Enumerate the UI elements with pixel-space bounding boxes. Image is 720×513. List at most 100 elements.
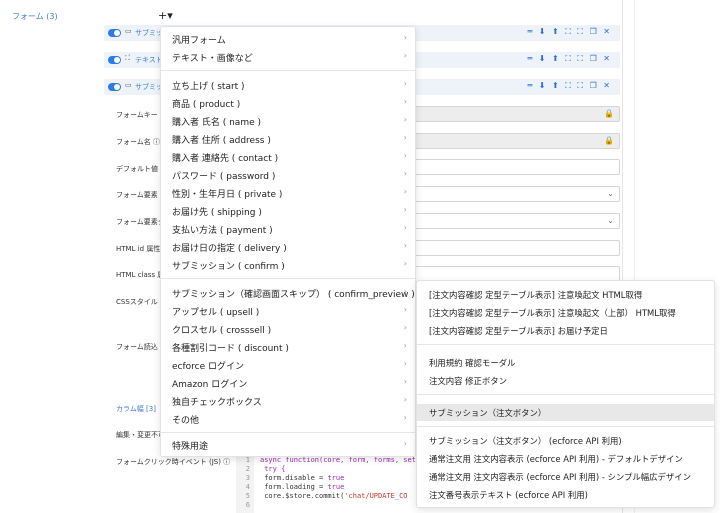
field-label-css-style: CSSスタイル ( <box>116 298 163 306</box>
menu-separator <box>161 278 415 279</box>
menu-item-password[interactable]: パスワード ( password ) › <box>161 166 415 184</box>
chevron-right-icon: › <box>403 169 407 178</box>
chevron-right-icon: › <box>403 151 407 160</box>
form-name-input: 🔒 <box>410 133 620 149</box>
submenu-item-edit-order-button[interactable]: 注文内容 修正ボタン <box>417 372 714 389</box>
menu-item-text-image[interactable]: テキスト・画像など › <box>161 48 415 66</box>
chevron-right-icon: › <box>403 223 407 232</box>
menu-item-payment[interactable]: 支払い方法 ( payment ) › <box>161 220 415 238</box>
menu-item-delivery[interactable]: お届け日の指定 ( delivery ) › <box>161 238 415 256</box>
menu-item-custom-checkbox[interactable]: 独自チェックボックス › <box>161 392 415 410</box>
menu-item-upsell[interactable]: アップセル ( upsell ) › <box>161 302 415 320</box>
field-label-html-id: HTML id 属性 <box>116 245 161 253</box>
menu-separator <box>417 344 714 345</box>
menu-item-start[interactable]: 立ち上げ ( start ) › <box>161 76 415 94</box>
chevron-right-icon: › <box>403 115 407 124</box>
chevron-right-icon: › <box>403 341 407 350</box>
enable-toggle[interactable] <box>108 29 121 37</box>
chevron-right-icon: › <box>403 133 407 142</box>
chevron-right-icon: › <box>403 205 407 214</box>
menu-item-discount[interactable]: 各種割引コード ( discount ) › <box>161 338 415 356</box>
js-code-editor[interactable]: 1 async function(core, form, forms, setti… <box>236 452 441 513</box>
menu-item-crosssell[interactable]: クロスセル ( crosssell ) › <box>161 320 415 338</box>
html-id-input[interactable] <box>410 240 620 256</box>
row-action-icons[interactable]: ═ ⬇ ⬆ ⛶ ⛶ ❐ ✕ <box>527 81 612 91</box>
menu-item-private[interactable]: 性別・生年月日 ( private ) › <box>161 184 415 202</box>
field-label-form-load: フォーム読込 <box>116 343 158 351</box>
chevron-right-icon: › <box>403 377 407 386</box>
code-line: 5 core.$store.commit('chat/UPDATE_CO <box>245 492 408 500</box>
submenu-item-order-display-default[interactable]: 通常注文用 注文内容表示 (ecforce API 利用) - デフォルトデザイ… <box>417 450 714 467</box>
chevron-right-icon: › <box>403 97 407 106</box>
submenu-item-order-button-api[interactable]: サブミッション（注文ボタン） (ecforce API 利用) <box>417 432 714 449</box>
row-action-icons[interactable]: ═ ⬇ ⬆ ⛶ ⛶ ❐ ✕ <box>527 27 612 37</box>
menu-separator <box>417 426 714 427</box>
chevron-down-icon: ⌄ <box>607 189 614 198</box>
chevron-right-icon: › <box>403 439 407 448</box>
code-line: 2 try { <box>245 465 286 473</box>
element-row-label[interactable]: サブミッ <box>135 82 163 92</box>
field-label-form-key: フォームキー <box>116 111 158 119</box>
code-line: 4 form.loading = true <box>245 483 345 491</box>
edit-lock-label: 編集・変更不可 <box>116 431 165 439</box>
menu-item-amazon-login[interactable]: Amazon ログイン › <box>161 374 415 392</box>
menu-item-general-form[interactable]: 汎用フォーム › <box>161 30 415 48</box>
chevron-right-icon: › <box>403 287 407 296</box>
enable-toggle[interactable] <box>108 56 121 64</box>
code-line: 1 async function(core, form, forms, setti… <box>245 456 442 464</box>
menu-item-other[interactable]: その他 › <box>161 410 415 428</box>
sidebar-forms-link[interactable]: フォーム (3) <box>12 11 58 22</box>
add-element-button[interactable]: +▾ <box>158 9 173 22</box>
menu-item-confirm[interactable]: サブミッション ( confirm ) › <box>161 256 415 274</box>
submenu-item-order-number-text[interactable]: 注文番号表示テキスト (ecforce API 利用) <box>417 486 714 503</box>
menu-item-confirm-preview[interactable]: サブミッション（確認画面スキップ） ( confirm_preview ) › <box>161 284 415 302</box>
click-event-label: フォームクリック時イベント (JS) ⓘ <box>116 458 231 466</box>
lock-icon: 🔒 <box>604 109 614 118</box>
chevron-right-icon: › <box>403 395 407 404</box>
field-label-form-name: フォーム名 ⓘ <box>116 138 161 146</box>
chevron-down-icon: ⌄ <box>607 216 614 225</box>
field-label-form-element-class: フォーム要素ク <box>116 218 165 226</box>
chevron-right-icon: › <box>403 33 407 42</box>
element-type-icon: ⛶ <box>125 54 130 62</box>
chevron-right-icon: › <box>403 259 407 268</box>
menu-item-contact[interactable]: 購入者 連絡先 ( contact ) › <box>161 148 415 166</box>
submenu-item-delivery-date[interactable]: [注文内容確認 定型テーブル表示] お届け予定日 <box>417 322 714 339</box>
default-value-input[interactable] <box>410 159 620 175</box>
menu-item-name[interactable]: 購入者 氏名 ( name ) › <box>161 112 415 130</box>
submenu-item-order-display-wide[interactable]: 通常注文用 注文内容表示 (ecforce API 利用) - シンプル幅広デザ… <box>417 468 714 485</box>
menu-separator <box>417 394 714 395</box>
menu-item-shipping[interactable]: お届け先 ( shipping ) › <box>161 202 415 220</box>
code-line: 6 <box>245 501 250 509</box>
submenu-item-order-button[interactable]: サブミッション（注文ボタン） <box>417 404 714 421</box>
enable-toggle[interactable] <box>108 83 121 91</box>
column-width-section[interactable]: カラム幅 [3] <box>116 404 156 414</box>
chevron-right-icon: › <box>403 51 407 60</box>
field-label-form-element: フォーム要素 <box>116 191 158 199</box>
submenu-item-notice-html[interactable]: [注文内容確認 定型テーブル表示] 注意喚起文 HTML取得 <box>417 286 714 303</box>
menu-separator <box>161 70 415 71</box>
menu-item-special-use[interactable]: 特殊用途 › <box>161 436 415 454</box>
chevron-right-icon: › <box>403 241 407 250</box>
form-element-select[interactable]: ⌄ <box>410 186 620 202</box>
submenu-item-notice-top-html[interactable]: [注文内容確認 定型テーブル表示] 注意喚起文（上部） HTML取得 <box>417 304 714 321</box>
chevron-right-icon: › <box>403 359 407 368</box>
chevron-right-icon: › <box>403 323 407 332</box>
chevron-right-icon: › <box>403 413 407 422</box>
row-action-icons[interactable]: ═ ⬇ ⬆ ⛶ ⛶ ❐ ✕ <box>527 54 612 64</box>
menu-item-product[interactable]: 商品 ( product ) › <box>161 94 415 112</box>
chevron-right-icon: › <box>403 187 407 196</box>
menu-item-address[interactable]: 購入者 住所 ( address ) › <box>161 130 415 148</box>
element-row-label[interactable]: テキスト <box>135 55 163 65</box>
element-type-icon: ▭ <box>125 27 132 35</box>
form-element-class-select[interactable]: ⌄ <box>410 213 620 229</box>
menu-item-ecforce-login[interactable]: ecforce ログイン › <box>161 356 415 374</box>
field-label-html-class: HTML class 属 <box>116 271 165 279</box>
element-row-label[interactable]: サブミッ <box>135 28 163 38</box>
submenu-item-terms-modal[interactable]: 利用規約 確認モーダル <box>417 354 714 371</box>
lock-icon: 🔒 <box>604 136 614 145</box>
chevron-right-icon: › <box>403 305 407 314</box>
field-label-default-value: デフォルト値 <box>116 165 158 173</box>
code-line: 3 form.disable = true <box>245 474 345 482</box>
chevron-right-icon: › <box>403 79 407 88</box>
